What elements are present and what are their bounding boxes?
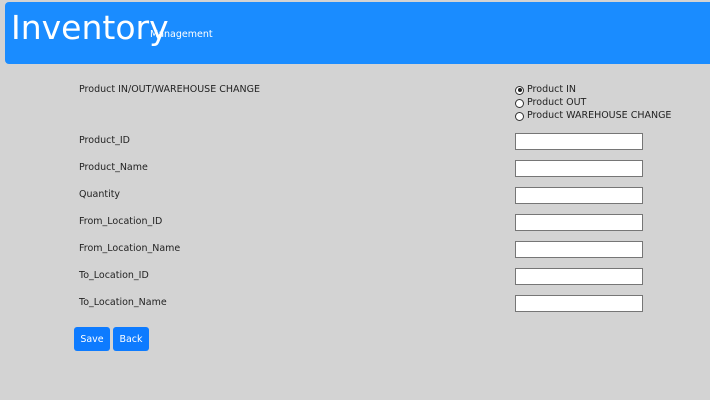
to-location-id-field[interactable]	[515, 268, 643, 285]
page-subtitle: Management	[150, 29, 213, 40]
quantity-label: Quantity	[79, 189, 121, 200]
to-location-name-label: To_Location_Name	[79, 297, 167, 308]
radio-product-out-label: Product OUT	[527, 97, 587, 108]
page-title: Inventory	[11, 8, 169, 47]
product-id-field[interactable]	[515, 133, 643, 150]
radio-option-product-in[interactable]: Product IN	[515, 84, 576, 96]
radio-product-in[interactable]	[515, 85, 524, 95]
from-location-id-field[interactable]	[515, 214, 643, 231]
product-name-field[interactable]	[515, 160, 643, 177]
mode-label: Product IN/OUT/WAREHOUSE CHANGE	[79, 84, 260, 95]
product-name-label: Product_Name	[79, 162, 148, 173]
header-banner: Inventory Management	[5, 2, 710, 64]
from-location-name-field[interactable]	[515, 241, 643, 258]
save-button[interactable]: Save	[74, 327, 110, 351]
radio-warehouse-change-label: Product WAREHOUSE CHANGE	[527, 110, 672, 121]
back-button[interactable]: Back	[113, 327, 149, 351]
to-location-id-label: To_Location_ID	[79, 270, 149, 281]
to-location-name-field[interactable]	[515, 295, 643, 312]
quantity-field[interactable]	[515, 187, 643, 204]
radio-product-out[interactable]	[515, 98, 524, 108]
radio-option-product-out[interactable]: Product OUT	[515, 97, 586, 109]
radio-option-warehouse-change[interactable]: Product WAREHOUSE CHANGE	[515, 110, 671, 122]
from-location-id-label: From_Location_ID	[79, 216, 163, 227]
radio-product-in-label: Product IN	[527, 84, 576, 95]
product-id-label: Product_ID	[79, 135, 130, 146]
from-location-name-label: From_Location_Name	[79, 243, 181, 254]
radio-warehouse-change[interactable]	[515, 111, 524, 121]
